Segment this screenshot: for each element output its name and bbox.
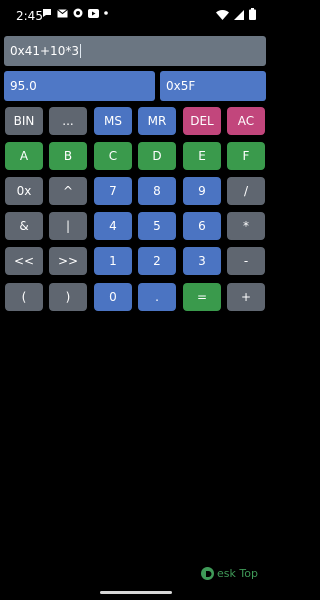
digit-3-button[interactable]: 3 xyxy=(183,247,221,275)
dot-icon xyxy=(104,11,108,15)
watermark-text: esk Top xyxy=(217,567,258,580)
digit-7-button[interactable]: 7 xyxy=(94,177,132,205)
delete-button[interactable]: DEL xyxy=(183,107,221,135)
hex-digit-d-button[interactable]: D xyxy=(138,142,176,170)
decimal-result: 95.0 xyxy=(4,71,155,101)
hex-digit-c-button[interactable]: C xyxy=(94,142,132,170)
shift-left-button[interactable]: << xyxy=(5,247,43,275)
equals-button[interactable]: = xyxy=(183,283,221,311)
text-cursor xyxy=(79,44,81,58)
notification-icons xyxy=(42,8,108,18)
digit-0-button[interactable]: 0 xyxy=(94,283,132,311)
youtube-icon xyxy=(88,8,99,18)
digit-2-button[interactable]: 2 xyxy=(138,247,176,275)
shift-right-button[interactable]: >> xyxy=(49,247,87,275)
hex-result: 0x5F xyxy=(160,71,266,101)
status-bar: 2:45 xyxy=(0,0,270,32)
expression-text: 0x41+10*3 xyxy=(10,44,79,58)
desktop-logo-icon xyxy=(201,567,214,580)
close-paren-button[interactable]: ) xyxy=(49,283,87,311)
memory-recall-button[interactable]: MR xyxy=(138,107,176,135)
digit-4-button[interactable]: 4 xyxy=(94,212,132,240)
hex-digit-b-button[interactable]: B xyxy=(49,142,87,170)
more-button[interactable]: ... xyxy=(49,107,87,135)
mail-icon xyxy=(57,8,68,18)
xor-button[interactable]: ^ xyxy=(49,177,87,205)
decimal-result-value: 95.0 xyxy=(10,79,37,93)
bin-button[interactable]: BIN xyxy=(5,107,43,135)
divide-button[interactable]: / xyxy=(227,177,265,205)
open-paren-button[interactable]: ( xyxy=(5,283,43,311)
hex-digit-f-button[interactable]: F xyxy=(227,142,265,170)
digit-1-button[interactable]: 1 xyxy=(94,247,132,275)
or-button[interactable]: | xyxy=(49,212,87,240)
digit-5-button[interactable]: 5 xyxy=(138,212,176,240)
signal-icon xyxy=(234,9,244,23)
hex-result-value: 0x5F xyxy=(166,79,196,93)
memory-store-button[interactable]: MS xyxy=(94,107,132,135)
expression-input[interactable]: 0x41+10*3 xyxy=(4,36,266,66)
chat-bubble-icon xyxy=(42,8,52,18)
system-icons xyxy=(216,8,256,23)
multiply-button[interactable]: * xyxy=(227,212,265,240)
and-button[interactable]: & xyxy=(5,212,43,240)
digit-8-button[interactable]: 8 xyxy=(138,177,176,205)
record-icon xyxy=(73,8,83,18)
hex-digit-a-button[interactable]: A xyxy=(5,142,43,170)
gesture-nav-handle[interactable] xyxy=(100,591,172,594)
wifi-icon xyxy=(216,9,229,23)
minus-button[interactable]: - xyxy=(227,247,265,275)
all-clear-button[interactable]: AC xyxy=(227,107,265,135)
plus-button[interactable]: + xyxy=(227,283,265,311)
status-time: 2:45 xyxy=(16,9,43,23)
digit-6-button[interactable]: 6 xyxy=(183,212,221,240)
hex-digit-e-button[interactable]: E xyxy=(183,142,221,170)
decimal-point-button[interactable]: . xyxy=(138,283,176,311)
hex-prefix-button[interactable]: 0x xyxy=(5,177,43,205)
watermark: esk Top xyxy=(201,567,258,580)
battery-icon xyxy=(249,8,256,23)
digit-9-button[interactable]: 9 xyxy=(183,177,221,205)
